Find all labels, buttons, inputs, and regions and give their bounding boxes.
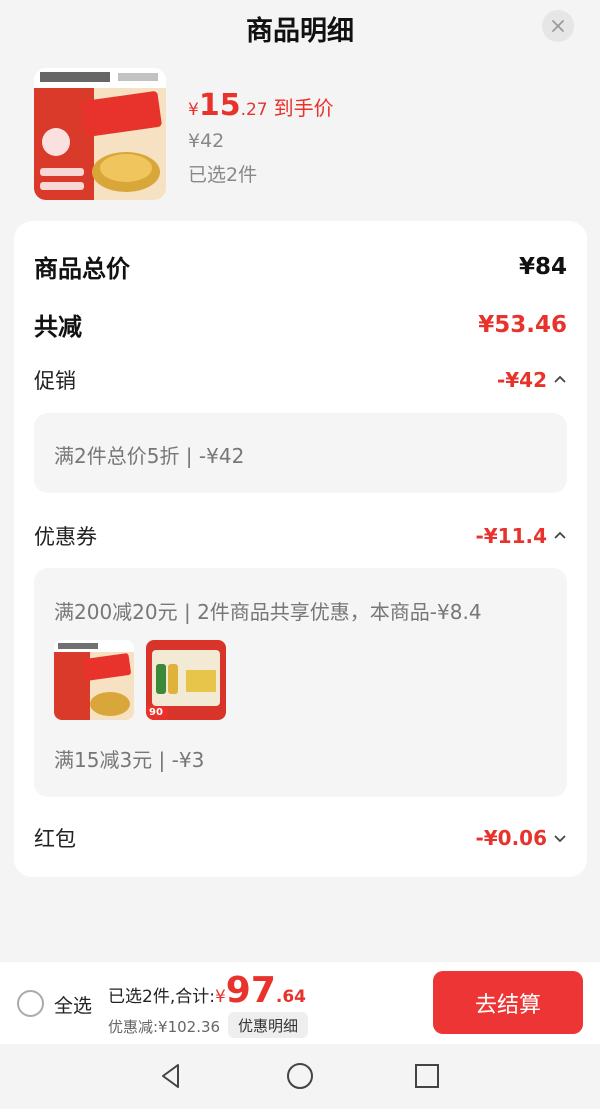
price-integer: 15 xyxy=(198,88,241,123)
hand-price: ¥15.27 到手价 xyxy=(188,88,334,123)
mini-price-tag: 90 xyxy=(149,707,163,718)
coupon-item-thumb-2[interactable]: 90 xyxy=(146,640,226,720)
page-title: 商品明细 xyxy=(246,15,354,47)
price-tag: 到手价 xyxy=(273,96,334,120)
total-price-label: 商品总价 xyxy=(34,255,130,283)
product-summary: ¥15.27 到手价 ¥42 已选2件 xyxy=(34,68,574,200)
selected-total-prefix: 已选2件,合计: xyxy=(108,987,215,1007)
total-price-value: ¥84 xyxy=(518,253,567,280)
promo-row[interactable]: 促销 -¥42 xyxy=(34,365,567,395)
chevron-up-icon xyxy=(553,373,567,387)
coupon-detail-text-1: 满200减20元 | 2件商品共享优惠，本商品-¥8.4 xyxy=(54,600,482,624)
close-icon xyxy=(552,20,564,32)
coupon-value-wrap: -¥11.4 xyxy=(475,524,567,548)
total-line: 已选2件,合计: ¥ 97 .64 xyxy=(108,971,306,1011)
coupon-value: -¥11.4 xyxy=(475,524,547,548)
product-image xyxy=(54,640,134,720)
promo-detail-text: 满2件总价5折 | -¥42 xyxy=(54,444,245,468)
total-reduce-row: 共减 ¥53.46 xyxy=(34,307,567,342)
product-image xyxy=(34,68,166,200)
redpacket-value: -¥0.06 xyxy=(475,826,547,850)
price-currency: ¥ xyxy=(188,100,199,120)
select-all-label[interactable]: 全选 xyxy=(54,991,92,1018)
back-icon[interactable] xyxy=(157,1061,187,1091)
checkout-button[interactable]: 去结算 xyxy=(433,971,583,1034)
discount-detail-button[interactable]: 优惠明细 xyxy=(228,1012,309,1038)
discount-text: 优惠减:¥102.36 xyxy=(108,1018,221,1036)
chevron-up-icon xyxy=(553,529,567,543)
total-reduce-label: 共减 xyxy=(34,313,82,341)
coupon-detail-text-2: 满15减3元 | -¥3 xyxy=(54,748,205,772)
promo-detail-box: 满2件总价5折 | -¥42 xyxy=(34,413,567,493)
redpacket-value-wrap: -¥0.06 xyxy=(475,826,567,850)
total-integer: 97 xyxy=(225,970,276,1011)
total-decimal: .64 xyxy=(275,987,307,1007)
coupon-detail-box: 满200减20元 | 2件商品共享优惠，本商品-¥8.4 90 满15减3元 |… xyxy=(34,568,567,797)
chevron-down-icon xyxy=(553,831,567,845)
selected-count: 已选2件 xyxy=(188,164,258,186)
price-detail-card: 商品总价 ¥84 共减 ¥53.46 促销 -¥42 满2件总价5折 | -¥4… xyxy=(14,221,587,877)
promo-value-wrap: -¥42 xyxy=(497,368,567,392)
promo-value: -¥42 xyxy=(496,368,547,392)
close-button[interactable] xyxy=(542,10,574,42)
total-currency: ¥ xyxy=(214,987,226,1007)
total-reduce-value: ¥53.46 xyxy=(478,311,567,338)
recents-icon[interactable] xyxy=(412,1061,442,1091)
product-thumbnail[interactable] xyxy=(34,68,166,200)
home-icon[interactable] xyxy=(285,1061,315,1091)
total-price-row: 商品总价 ¥84 xyxy=(34,249,567,284)
redpacket-label: 红包 xyxy=(34,827,76,851)
redpacket-row[interactable]: 红包 -¥0.06 xyxy=(34,823,567,853)
original-price: ¥42 xyxy=(188,130,225,152)
checkout-bar: 全选 已选2件,合计: ¥ 97 .64 优惠减:¥102.36 优惠明细 去结… xyxy=(0,962,600,1044)
promo-label: 促销 xyxy=(34,369,76,393)
price-decimal: .27 xyxy=(240,100,268,120)
sheet-header: 商品明细 xyxy=(0,0,600,56)
select-all-checkbox[interactable] xyxy=(17,990,44,1017)
coupon-label: 优惠券 xyxy=(34,525,97,549)
system-nav-bar xyxy=(0,1044,600,1109)
coupon-item-thumb-1[interactable] xyxy=(54,640,134,720)
coupon-row[interactable]: 优惠券 -¥11.4 xyxy=(34,521,567,551)
